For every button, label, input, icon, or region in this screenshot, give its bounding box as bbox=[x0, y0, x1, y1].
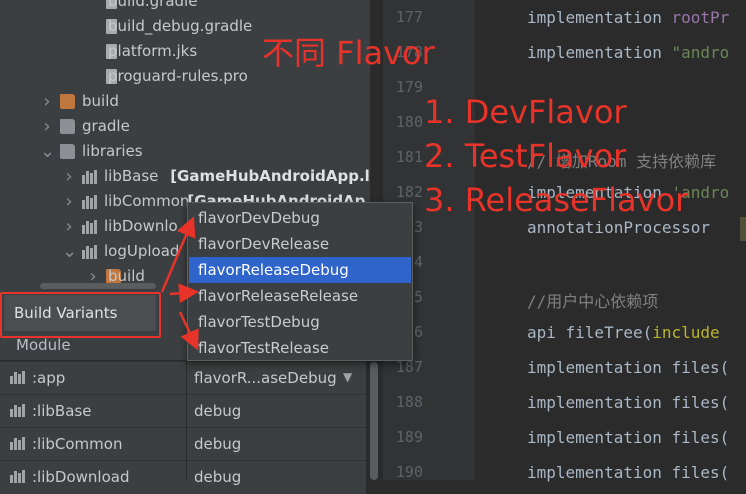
arrow-to-release-release bbox=[169, 283, 199, 304]
arrow-to-test-release bbox=[178, 311, 199, 351]
annotation-arrows bbox=[160, 216, 199, 351]
arrow-to-dev-debug bbox=[160, 216, 196, 293]
